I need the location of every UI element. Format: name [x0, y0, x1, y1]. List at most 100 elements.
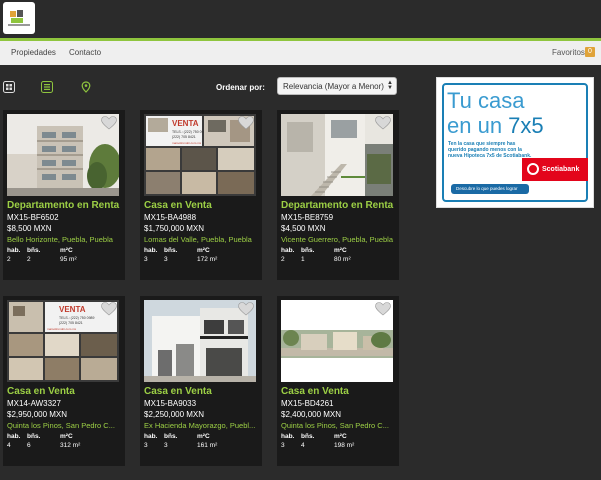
bedrooms-value: 4: [7, 442, 11, 449]
listing-title[interactable]: Casa en Venta: [281, 386, 349, 397]
area-header: m²C: [197, 247, 210, 254]
listing-card[interactable]: Departamento en Renta MX15-BF6502 $8,500…: [3, 110, 125, 280]
bedrooms-value: 3: [144, 256, 148, 263]
grid-icon[interactable]: [3, 81, 15, 93]
bedrooms-value: 2: [281, 256, 285, 263]
bathrooms-header: bñs.: [301, 247, 315, 254]
scotiabank-logo: Scotiabank: [522, 158, 588, 181]
bedrooms-header: hab.: [144, 247, 158, 254]
map-pin-icon[interactable]: [80, 81, 92, 93]
bathrooms-value: 3: [164, 256, 168, 263]
listing-card[interactable]: VENTA TELS.: (222) 750 0989 (222) 705 84…: [140, 110, 262, 280]
sign-phone-1: TELS.: (222) 750 0989: [172, 130, 207, 134]
listing-location: Lomas del Valle, Puebla, Puebla: [144, 235, 252, 244]
favorites-count-badge: 0: [585, 47, 595, 57]
top-bar: [0, 0, 601, 38]
sort-select[interactable]: Relevancia (Mayor a Menor) ▲ ▼: [277, 77, 397, 95]
ad-headline-line2-b: 7x5: [508, 113, 544, 138]
listing-location: Vicente Guerrero, Puebla, Puebla: [281, 235, 394, 244]
bathrooms-value: 3: [164, 442, 168, 449]
listing-card[interactable]: Casa en Venta MX15-BA9033 $2,250,000 MXN…: [140, 296, 262, 466]
listing-title[interactable]: Departamento en Renta: [7, 200, 119, 211]
listing-code: MX15-BA9033: [144, 399, 197, 408]
favorite-heart-icon[interactable]: [101, 116, 117, 130]
sign-web: marsolinmobi.com.mx: [47, 327, 77, 331]
listing-price: $1,750,000 MXN: [144, 224, 205, 233]
listing-location: Bello Horizonte, Puebla, Puebla: [7, 235, 113, 244]
logo-mark-icon: [8, 9, 30, 27]
favorite-heart-icon[interactable]: [238, 302, 254, 316]
listing-price: $2,950,000 MXN: [7, 410, 68, 419]
area-header: m²C: [334, 247, 347, 254]
bathrooms-header: bñs.: [164, 433, 178, 440]
bedrooms-header: hab.: [144, 433, 158, 440]
favorite-heart-icon[interactable]: [238, 116, 254, 130]
bathrooms-value: 1: [301, 256, 305, 263]
sign-title: VENTA: [59, 305, 86, 314]
area-value: 80 m²: [334, 256, 351, 263]
listing-title[interactable]: Casa en Venta: [144, 386, 212, 397]
bathrooms-value: 6: [27, 442, 31, 449]
scotiabank-ad-banner[interactable]: Tu casa en un 7x5 Ten la casa que siempr…: [436, 77, 594, 208]
bathrooms-header: bñs.: [27, 433, 41, 440]
favorites-link[interactable]: Favoritos: [552, 48, 585, 57]
listing-location: Quinta los Pinos, San Pedro C...: [281, 421, 389, 430]
listing-code: MX15-BD4261: [281, 399, 334, 408]
favorite-heart-icon[interactable]: [375, 302, 391, 316]
listing-code: MX14-AW3327: [7, 399, 61, 408]
favorite-heart-icon[interactable]: [375, 116, 391, 130]
area-value: 161 m²: [197, 442, 218, 449]
scotiabank-brand-text: Scotiabank: [542, 166, 580, 173]
area-value: 172 m²: [197, 256, 218, 263]
select-arrows-icon: ▲ ▼: [387, 80, 393, 91]
sign-web: marsolinmobi.com.mx: [172, 141, 202, 145]
bathrooms-header: bñs.: [301, 433, 315, 440]
main-nav: Propiedades Contacto Favoritos 0: [0, 41, 601, 65]
scotiabank-s-icon: [527, 163, 539, 175]
area-value: 312 m²: [60, 442, 81, 449]
nav-item-propiedades[interactable]: Propiedades: [11, 48, 56, 57]
sort-label: Ordenar por:: [216, 83, 265, 92]
listing-location: Ex Hacienda Mayorazgo, Puebl...: [144, 421, 256, 430]
listing-card[interactable]: Departamento en Renta MX15-BE8759 $4,500…: [277, 110, 399, 280]
bedrooms-value: 2: [7, 256, 11, 263]
listing-title[interactable]: Casa en Venta: [7, 386, 75, 397]
sort-select-value: Relevancia (Mayor a Menor): [283, 82, 384, 91]
listing-price: $8,500 MXN: [7, 224, 52, 233]
bedrooms-value: 3: [281, 442, 285, 449]
listing-card[interactable]: VENTA TELS.: (222) 750 0989 (222) 705 84…: [3, 296, 125, 466]
ad-headline-line2: en un 7x5: [447, 115, 544, 137]
bedrooms-value: 3: [144, 442, 148, 449]
listing-code: MX15-BA4988: [144, 213, 197, 222]
sign-phone-2: (222) 705 8421: [59, 321, 83, 325]
bathrooms-header: bñs.: [164, 247, 178, 254]
ad-cta-button[interactable]: Descubre lo que puedes lograr: [451, 184, 529, 194]
area-value: 198 m²: [334, 442, 355, 449]
listing-location: Quinta los Pinos, San Pedro C...: [7, 421, 115, 430]
area-value: 95 m²: [60, 256, 77, 263]
bathrooms-value: 4: [301, 442, 305, 449]
favorite-heart-icon[interactable]: [101, 302, 117, 316]
listing-card[interactable]: Casa en Venta MX15-BD4261 $2,400,000 MXN…: [277, 296, 399, 466]
listing-price: $2,250,000 MXN: [144, 410, 205, 419]
listing-title[interactable]: Casa en Venta: [144, 200, 212, 211]
list-icon[interactable]: [41, 81, 53, 93]
nav-item-contacto[interactable]: Contacto: [69, 48, 101, 57]
area-header: m²C: [334, 433, 347, 440]
area-header: m²C: [60, 433, 73, 440]
listing-code: MX15-BE8759: [281, 213, 334, 222]
bedrooms-header: hab.: [7, 247, 21, 254]
bedrooms-header: hab.: [281, 433, 295, 440]
bathrooms-header: bñs.: [27, 247, 41, 254]
ad-headline-line1: Tu casa: [447, 88, 525, 113]
bathrooms-value: 2: [27, 256, 31, 263]
bedrooms-header: hab.: [281, 247, 295, 254]
bedrooms-header: hab.: [7, 433, 21, 440]
listing-title[interactable]: Departamento en Renta: [281, 200, 393, 211]
area-header: m²C: [197, 433, 210, 440]
site-logo[interactable]: [3, 2, 35, 34]
ad-body-text: Ten la casa que siempre has querido paga…: [448, 141, 532, 159]
listing-code: MX15-BF6502: [7, 213, 59, 222]
sign-phone-1: TELS.: (222) 750 0989: [59, 316, 94, 320]
area-header: m²C: [60, 247, 73, 254]
